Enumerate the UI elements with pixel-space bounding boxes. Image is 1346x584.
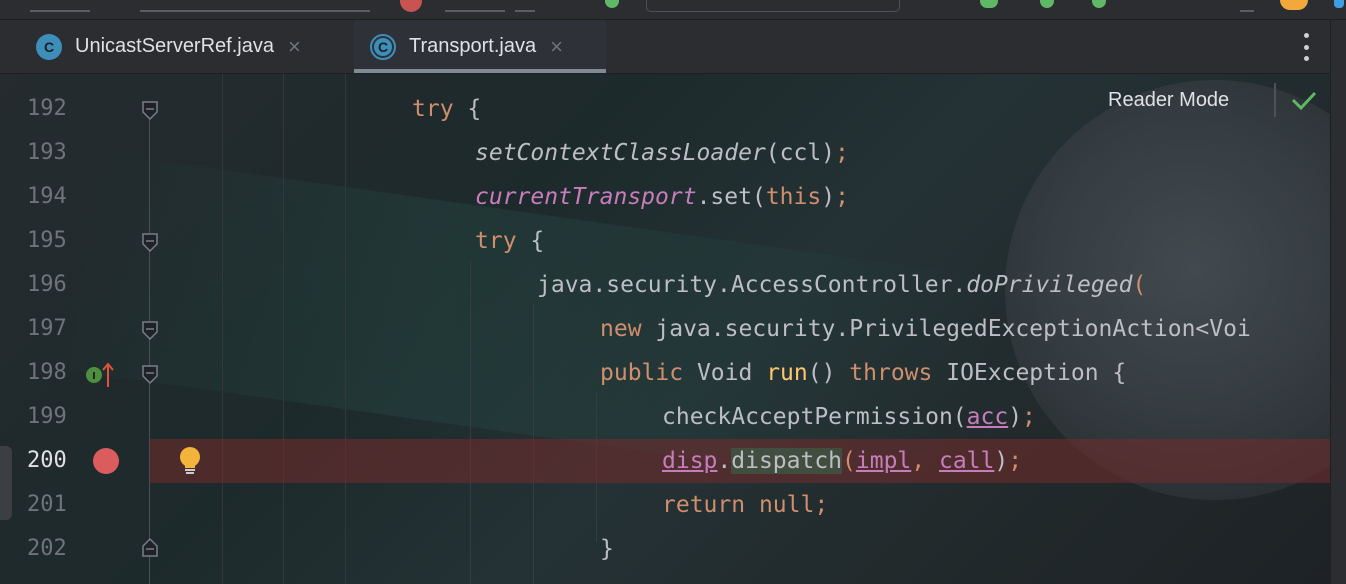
line-number: 201 [27,492,67,517]
line-number: 199 [27,404,67,429]
tab-label: UnicastServerRef.java [75,35,274,57]
debug-icon[interactable] [980,0,998,8]
line-number: 196 [27,272,67,297]
fold-collapse-icon[interactable] [141,320,159,341]
reader-mode-toggle[interactable]: Reader Mode [1108,89,1229,112]
code-line: 195 try { [0,219,1330,263]
inspection-ok-icon[interactable] [1290,90,1318,117]
toolbar-item[interactable] [515,0,535,12]
line-number: 194 [27,184,67,209]
code-line: 193 setContextClassLoader(ccl); [0,131,1330,175]
close-icon[interactable]: × [288,35,301,58]
implements-method-icon[interactable]: I [84,361,118,394]
close-icon[interactable]: × [550,35,563,58]
fold-collapse-icon[interactable] [141,364,159,385]
svg-text:I: I [92,371,96,382]
toolbar-breadcrumb[interactable] [30,0,90,12]
divider [1274,83,1276,117]
keyword: try [412,96,454,122]
run-configuration-select[interactable] [646,0,900,12]
keyword: try [475,228,517,254]
record-icon[interactable] [400,0,422,12]
avatar[interactable] [1280,0,1308,10]
line-number: 192 [27,96,67,121]
tab-transport[interactable]: C Transport.java × [354,20,606,73]
toolbar-item[interactable] [445,0,505,12]
method-call: setContextClassLoader [475,140,766,166]
intention-bulb-icon[interactable] [176,446,204,481]
run-coverage-icon[interactable] [1040,0,1054,8]
main-toolbar [0,0,1346,20]
code-editor[interactable]: 192 try { 193 setContextClassLoader(ccl)… [0,74,1330,584]
code-line: 202 } [0,527,1330,571]
static-field: currentTransport [475,184,697,210]
fold-expand-end-icon[interactable] [141,536,159,557]
right-tool-strip [1330,20,1346,584]
java-class-icon: C [36,33,62,60]
java-class-icon: C [370,33,396,60]
line-number: 198 [27,360,67,385]
code-line: 198 public Void run() throws IOException… [0,351,1330,395]
tab-label: Transport.java [409,35,537,57]
fold-collapse-icon[interactable] [141,100,159,121]
editor-tab-bar: C UnicastServerRef.java × C Transport.ja… [0,20,1346,74]
code-line: 199 checkAcceptPermission(acc); [0,395,1330,439]
code-line: 197 new java.security.PrivilegedExceptio… [0,307,1330,351]
fold-collapse-icon[interactable] [141,232,159,253]
profile-icon[interactable] [1092,0,1106,8]
code-line: 194 currentTransport.set(this); [0,175,1330,219]
line-number: 202 [27,536,67,561]
more-options-icon[interactable] [1298,33,1314,61]
line-number: 200 [27,448,67,473]
line-number: 195 [27,228,67,253]
tab-unicastserverref[interactable]: C UnicastServerRef.java × [36,20,301,73]
line-number: 193 [27,140,67,165]
line-number: 197 [27,316,67,341]
ide-icon[interactable] [1334,0,1344,8]
toolbar-item[interactable] [1240,0,1254,12]
run-icon[interactable] [605,0,619,8]
toolbar-breadcrumb[interactable] [140,0,370,12]
breakpoint-icon[interactable] [93,448,119,474]
code-line: 201 return null; [0,483,1330,527]
code-line: 196 java.security.AccessController.doPri… [0,263,1330,307]
